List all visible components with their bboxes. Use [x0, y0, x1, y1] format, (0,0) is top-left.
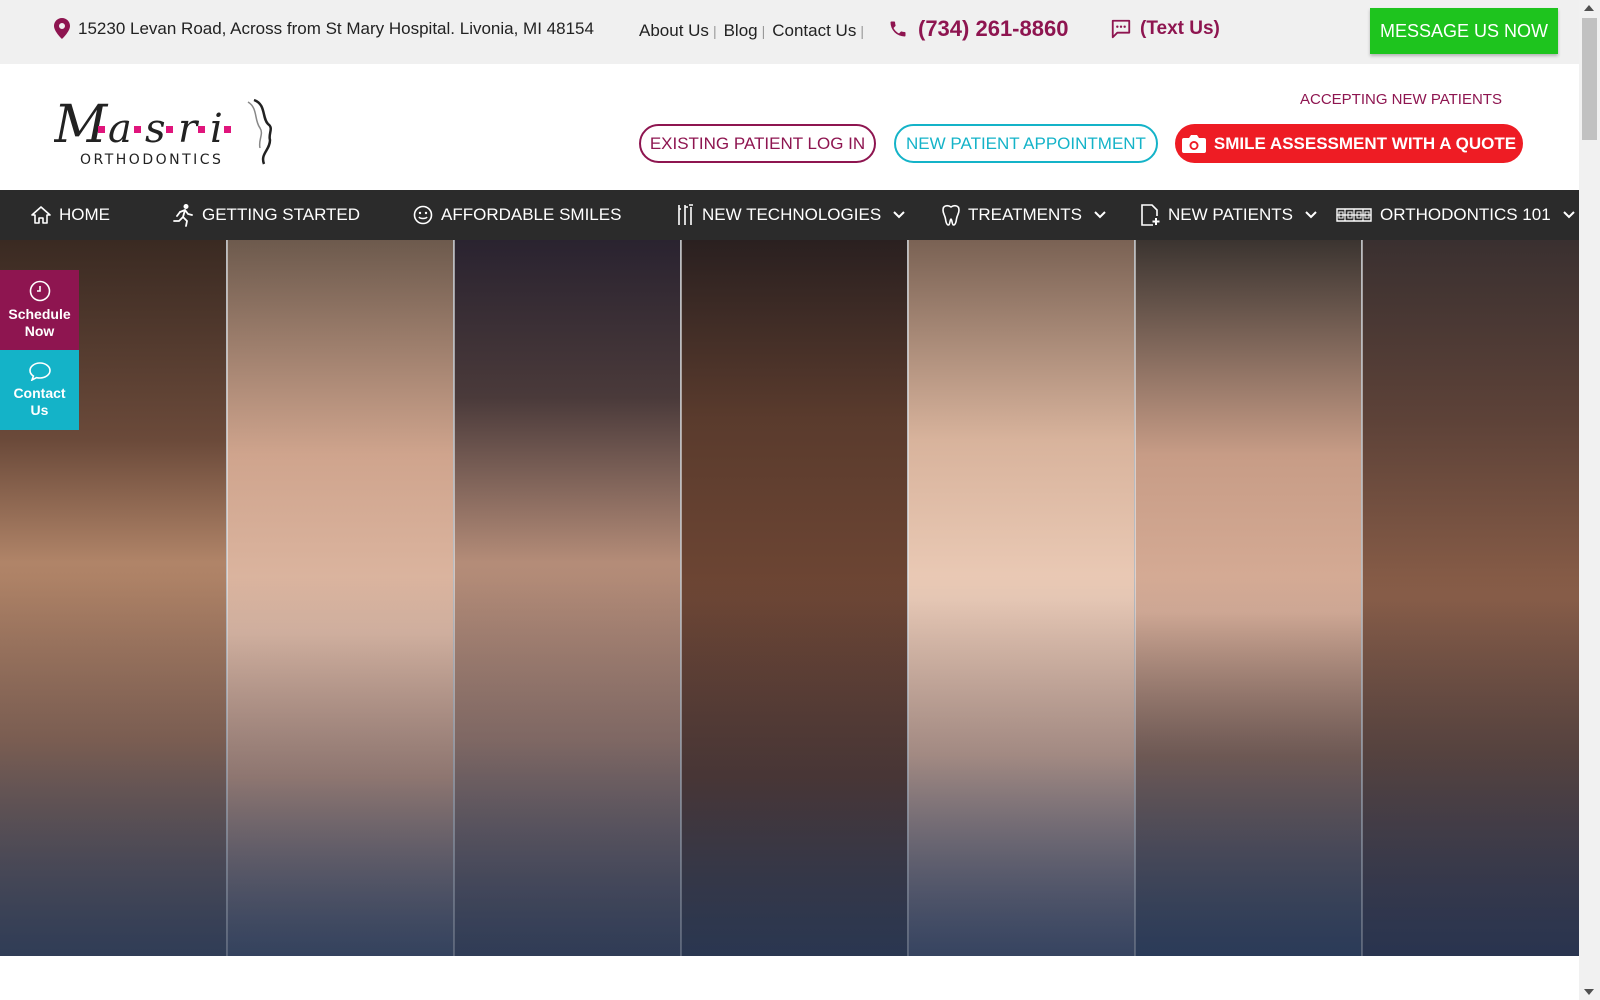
separator: | — [761, 23, 766, 39]
home-icon — [31, 206, 51, 224]
masri-logo-graphic: M a s r i ORTHODONTICS — [53, 95, 272, 168]
nav-label: AFFORDABLE SMILES — [441, 205, 622, 224]
hero-banner — [0, 240, 1579, 956]
separator: | — [712, 23, 717, 39]
running-person-icon — [173, 204, 193, 227]
schedule-now-widget[interactable]: Schedule Now — [0, 270, 79, 350]
nav-item-orthodontics-101[interactable]: ORTHODONTICS 101 — [1336, 190, 1575, 240]
chevron-down-icon — [1094, 211, 1106, 219]
nav-item-getting-started[interactable]: GETTING STARTED — [172, 190, 360, 240]
phone-number: (734) 261-8860 — [918, 16, 1069, 41]
existing-patient-login-button[interactable]: EXISTING PATIENT LOG IN — [639, 124, 876, 163]
braces-icon — [1336, 208, 1372, 222]
svg-text:a: a — [108, 106, 132, 152]
new-patient-appointment-button[interactable]: NEW PATIENT APPOINTMENT — [894, 124, 1158, 163]
camera-icon — [1181, 134, 1206, 153]
contact-us-link[interactable]: Contact Us — [772, 21, 856, 41]
text-us-label: (Text Us) — [1140, 18, 1220, 39]
nav-label: HOME — [59, 205, 110, 224]
schedule-line2: Now — [24, 323, 55, 339]
svg-text:r: r — [178, 106, 200, 152]
chevron-down-icon — [893, 211, 905, 219]
nav-item-new-technologies[interactable]: NEW TECHNOLOGIES — [676, 190, 905, 240]
contact-line2: Us — [30, 402, 49, 418]
scroll-down-arrow[interactable] — [1584, 989, 1594, 995]
contact-line1: Contact — [13, 385, 66, 401]
smile-assessment-label: SMILE ASSESSMENT WITH A QUOTE — [1213, 133, 1517, 153]
phone-link[interactable]: (734) 261-8860 — [888, 16, 1068, 42]
svg-text:s: s — [145, 106, 166, 152]
blog-link[interactable]: Blog — [724, 21, 758, 41]
scroll-thumb[interactable] — [1582, 18, 1597, 140]
message-us-button[interactable]: MESSAGE US NOW — [1370, 8, 1558, 54]
hero-overlay — [0, 576, 1579, 956]
contact-us-widget[interactable]: Contact Us — [0, 350, 79, 430]
svg-text:ORTHODONTICS: ORTHODONTICS — [80, 152, 223, 168]
text-us-link[interactable]: (Text Us) — [1110, 18, 1220, 40]
accepting-new-patients: ACCEPTING NEW PATIENTS — [1300, 91, 1502, 108]
chevron-down-icon — [1562, 211, 1575, 219]
smiley-icon — [413, 205, 433, 225]
address-text: 15230 Levan Road, Across from St Mary Ho… — [78, 18, 594, 38]
chat-icon — [1111, 19, 1131, 39]
top-bar: 15230 Levan Road, Across from St Mary Ho… — [0, 0, 1579, 64]
schedule-line1: Schedule — [8, 306, 71, 322]
clock-icon — [29, 280, 50, 302]
tooth-icon — [942, 204, 960, 226]
location-pin-icon — [54, 18, 70, 39]
svg-text:M: M — [54, 95, 109, 155]
nav-label: TREATMENTS — [968, 205, 1082, 224]
nav-item-new-patients[interactable]: NEW PATIENTS — [1140, 190, 1317, 240]
nav-item-treatments[interactable]: TREATMENTS — [942, 190, 1106, 240]
scroll-up-arrow[interactable] — [1584, 5, 1594, 11]
separator: | — [860, 23, 864, 39]
about-us-link[interactable]: About Us — [639, 21, 709, 41]
main-nav: HOME GETTING STARTED AFFORDABLE SMILES N… — [0, 190, 1579, 240]
nav-item-home[interactable]: HOME — [31, 190, 110, 240]
speech-bubble-icon — [28, 362, 51, 381]
chevron-down-icon — [1305, 211, 1317, 219]
address[interactable]: 15230 Levan Road, Across from St Mary Ho… — [54, 18, 594, 39]
nav-item-affordable-smiles[interactable]: AFFORDABLE SMILES — [413, 190, 621, 240]
nav-label: NEW TECHNOLOGIES — [702, 205, 882, 224]
nav-label: ORTHODONTICS 101 — [1380, 205, 1551, 224]
page-scrollbar[interactable] — [1579, 0, 1600, 1000]
svg-text:i: i — [210, 106, 223, 152]
logo[interactable]: M a s r i ORTHODONTICS — [53, 92, 284, 172]
phone-icon — [890, 21, 906, 37]
nav-label: GETTING STARTED — [202, 205, 361, 224]
top-links: About Us | Blog | Contact Us | — [639, 21, 871, 41]
dental-tools-icon — [678, 204, 693, 225]
add-file-icon — [1141, 204, 1160, 226]
smile-assessment-button[interactable]: SMILE ASSESSMENT WITH A QUOTE — [1175, 124, 1523, 163]
nav-label: NEW PATIENTS — [1168, 205, 1293, 224]
